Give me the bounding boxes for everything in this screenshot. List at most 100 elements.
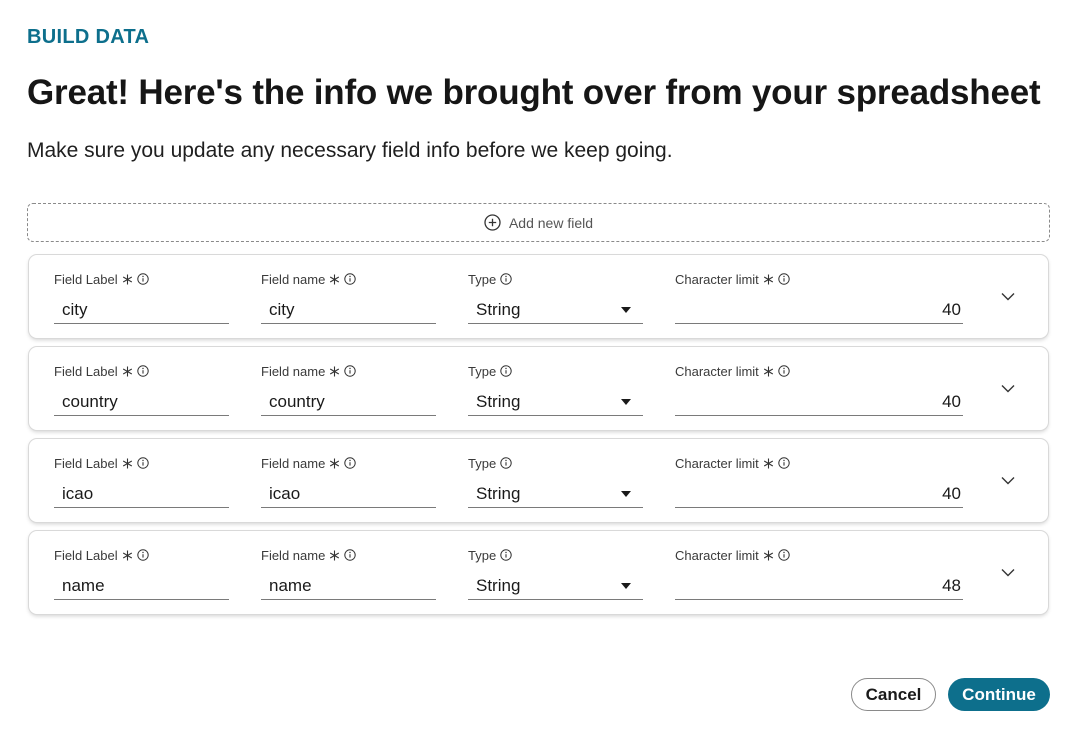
info-icon[interactable]	[500, 273, 512, 285]
continue-button[interactable]: Continue	[948, 678, 1050, 711]
chevron-down-icon[interactable]	[998, 380, 1018, 396]
required-asterisk-icon	[763, 458, 774, 469]
required-asterisk-icon	[122, 366, 133, 377]
field-label-group: Field Label city	[54, 271, 229, 324]
character-limit-input[interactable]: 40	[675, 481, 963, 508]
field-list: Field Label city Field name city Type St…	[29, 255, 1048, 623]
chevron-down-icon[interactable]	[998, 564, 1018, 580]
character-limit-group: Character limit 40	[675, 455, 963, 508]
field-name-input[interactable]: city	[261, 297, 436, 324]
field-name-label: Field name	[261, 271, 326, 287]
field-label-input[interactable]: city	[54, 297, 229, 324]
field-name-label: Field name	[261, 455, 326, 471]
eyebrow-title: BUILD DATA	[27, 26, 150, 48]
field-label-label: Field Label	[54, 455, 118, 471]
field-label-input[interactable]: country	[54, 389, 229, 416]
plus-circle-icon	[484, 214, 501, 231]
character-limit-group: Character limit 40	[675, 363, 963, 416]
character-limit-label: Character limit	[675, 455, 759, 471]
type-group: Type String	[468, 455, 643, 508]
info-icon[interactable]	[344, 549, 357, 561]
required-asterisk-icon	[329, 366, 340, 377]
field-name-input[interactable]: name	[261, 573, 436, 600]
type-select-value: String	[476, 392, 521, 411]
field-name-group: Field name city	[261, 271, 436, 324]
info-icon[interactable]	[778, 273, 790, 285]
page-title: Great! Here's the info we brought over f…	[27, 73, 1041, 112]
field-name-group: Field name icao	[261, 455, 436, 508]
field-label-group: Field Label icao	[54, 455, 229, 508]
field-name-input[interactable]: icao	[261, 481, 436, 508]
type-label: Type	[468, 455, 497, 471]
add-new-field-button[interactable]: Add new field	[27, 203, 1050, 242]
field-name-label: Field name	[261, 363, 326, 379]
field-label-input[interactable]: name	[54, 573, 229, 600]
field-name-group: Field name country	[261, 363, 436, 416]
info-icon[interactable]	[136, 549, 149, 561]
field-label-group: Field Label name	[54, 547, 229, 600]
type-select[interactable]: String	[468, 389, 643, 416]
field-name-label: Field name	[261, 547, 326, 563]
field-name-input[interactable]: country	[261, 389, 436, 416]
character-limit-group: Character limit 48	[675, 547, 963, 600]
character-limit-label: Character limit	[675, 271, 759, 287]
type-group: Type String	[468, 271, 643, 324]
required-asterisk-icon	[329, 274, 340, 285]
type-label: Type	[468, 547, 497, 563]
character-limit-group: Character limit 40	[675, 271, 963, 324]
field-name-group: Field name name	[261, 547, 436, 600]
character-limit-input[interactable]: 40	[675, 297, 963, 324]
caret-down-icon	[621, 307, 631, 313]
chevron-down-icon[interactable]	[998, 288, 1018, 304]
field-label-label: Field Label	[54, 363, 118, 379]
info-icon[interactable]	[344, 365, 357, 377]
type-select-value: String	[476, 484, 521, 503]
info-icon[interactable]	[500, 549, 512, 561]
type-select-value: String	[476, 300, 521, 319]
required-asterisk-icon	[329, 550, 340, 561]
required-asterisk-icon	[763, 366, 774, 377]
info-icon[interactable]	[136, 273, 149, 285]
info-icon[interactable]	[778, 365, 790, 377]
chevron-down-icon[interactable]	[998, 472, 1018, 488]
field-row: Field Label icao Field name icao Type St…	[29, 439, 1048, 522]
field-label-label: Field Label	[54, 271, 118, 287]
caret-down-icon	[621, 491, 631, 497]
info-icon[interactable]	[500, 365, 512, 377]
required-asterisk-icon	[763, 274, 774, 285]
info-icon[interactable]	[344, 457, 357, 469]
info-icon[interactable]	[500, 457, 512, 469]
type-select[interactable]: String	[468, 481, 643, 508]
character-limit-label: Character limit	[675, 363, 759, 379]
character-limit-input[interactable]: 48	[675, 573, 963, 600]
field-label-input[interactable]: icao	[54, 481, 229, 508]
required-asterisk-icon	[122, 458, 133, 469]
cancel-button[interactable]: Cancel	[851, 678, 936, 711]
caret-down-icon	[621, 583, 631, 589]
required-asterisk-icon	[122, 274, 133, 285]
caret-down-icon	[621, 399, 631, 405]
character-limit-input[interactable]: 40	[675, 389, 963, 416]
info-icon[interactable]	[136, 457, 149, 469]
info-icon[interactable]	[778, 457, 790, 469]
info-icon[interactable]	[778, 549, 790, 561]
type-select-value: String	[476, 576, 521, 595]
type-select[interactable]: String	[468, 573, 643, 600]
page-subtitle: Make sure you update any necessary field…	[27, 139, 673, 162]
character-limit-label: Character limit	[675, 547, 759, 563]
field-row: Field Label country Field name country T…	[29, 347, 1048, 430]
field-row: Field Label city Field name city Type St…	[29, 255, 1048, 338]
field-label-group: Field Label country	[54, 363, 229, 416]
info-icon[interactable]	[136, 365, 149, 377]
required-asterisk-icon	[763, 550, 774, 561]
required-asterisk-icon	[329, 458, 340, 469]
field-label-label: Field Label	[54, 547, 118, 563]
add-new-field-label: Add new field	[508, 214, 594, 231]
type-group: Type String	[468, 363, 643, 416]
type-label: Type	[468, 271, 497, 287]
type-label: Type	[468, 363, 497, 379]
required-asterisk-icon	[122, 550, 133, 561]
type-select[interactable]: String	[468, 297, 643, 324]
info-icon[interactable]	[344, 273, 357, 285]
field-row: Field Label name Field name name Type St…	[29, 531, 1048, 614]
